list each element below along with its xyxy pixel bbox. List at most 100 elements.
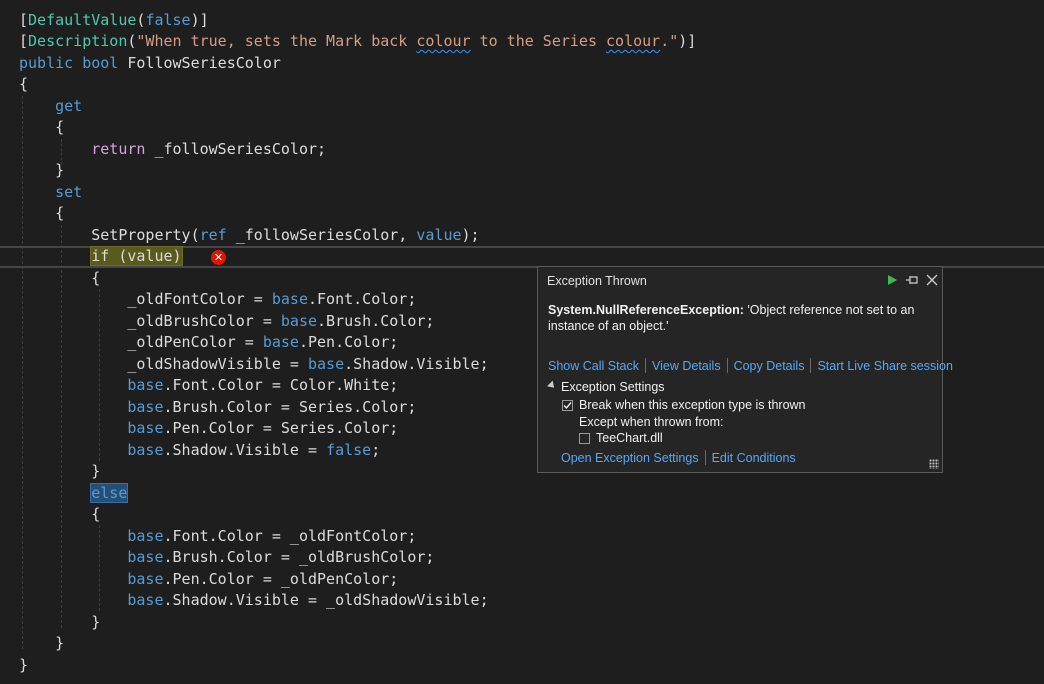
code-token: "When true, sets the Mark back — [136, 32, 417, 50]
copy-details-link[interactable]: Copy Details — [734, 359, 805, 373]
code-line[interactable]: [Description("When true, sets the Mark b… — [0, 31, 1044, 53]
code-token: base — [127, 376, 164, 394]
code-token: base — [127, 397, 164, 416]
edit-conditions-link[interactable]: Edit Conditions — [712, 451, 796, 465]
view-details-link[interactable]: View Details — [652, 359, 721, 373]
code-token: base — [127, 591, 164, 609]
code-token: )] — [678, 32, 697, 50]
code-token: base — [127, 548, 164, 566]
code-token: .Brush.Color = Series.Color; — [163, 397, 417, 416]
code-line[interactable]: { — [0, 203, 1044, 225]
code-token: .Shadow.Visible; — [344, 354, 489, 373]
code-line[interactable]: } — [0, 612, 1044, 634]
exception-links: Show Call Stack View Details Copy Detail… — [548, 358, 953, 373]
code-line[interactable]: } — [0, 655, 1044, 677]
code-line[interactable]: return _followSeriesColor; — [0, 139, 1044, 161]
start-live-share-link[interactable]: Start Live Share session — [817, 359, 953, 373]
code-token: ; — [371, 440, 381, 459]
code-line[interactable]: [DefaultValue(false)] — [0, 10, 1044, 32]
code-token: else — [90, 482, 129, 503]
resize-grip-icon[interactable] — [929, 459, 939, 469]
exception-settings-toggle[interactable]: Exception Settings — [547, 380, 665, 394]
code-token: base — [127, 569, 164, 588]
code-line[interactable]: else — [0, 482, 1044, 505]
exception-type: System.NullReferenceException: — [548, 303, 744, 317]
code-line[interactable]: base.Brush.Color = _oldBrushColor; — [0, 547, 1044, 569]
code-token: base — [127, 526, 164, 545]
code-token: .Shadow.Visible = — [163, 440, 327, 459]
code-token: base — [280, 311, 318, 330]
code-token: .Shadow.Visible = _oldShadowVisible; — [163, 591, 489, 609]
code-token: .Brush.Color = _oldBrushColor; — [163, 548, 435, 566]
exception-settings-label: Exception Settings — [561, 380, 665, 394]
code-token: if (value) — [90, 246, 183, 266]
code-token: _oldPenColor = — [19, 333, 263, 351]
code-line[interactable]: base.Font.Color = _oldFontColor; — [0, 526, 1044, 548]
code-line[interactable]: base.Pen.Color = _oldPenColor; — [0, 569, 1044, 591]
code-token: colour — [606, 32, 661, 50]
code-token: { — [19, 268, 101, 287]
code-token: .Font.Color; — [308, 290, 417, 308]
code-token: [ — [19, 10, 29, 29]
current-statement-line[interactable]: if (value) — [0, 246, 1044, 268]
code-token: to the Series — [470, 32, 607, 50]
code-token: .Pen.Color = _oldPenColor; — [163, 569, 399, 588]
code-line[interactable]: base.Shadow.Visible = _oldShadowVisible; — [0, 590, 1044, 612]
code-token: return — [19, 139, 155, 158]
code-token: { — [19, 505, 101, 523]
code-line[interactable]: public bool FollowSeriesColor — [0, 53, 1044, 75]
exception-title: Exception Thrown — [547, 274, 647, 288]
code-line[interactable]: set — [0, 182, 1044, 204]
code-token: _followSeriesColor, — [235, 225, 417, 244]
code-token: Description — [28, 32, 128, 50]
code-token: set — [19, 182, 83, 201]
code-token: false — [145, 10, 191, 29]
code-token: base — [307, 354, 345, 373]
close-icon[interactable] — [924, 272, 940, 288]
code-token: _oldShadowVisible = — [19, 354, 308, 373]
code-line[interactable]: { — [0, 504, 1044, 526]
show-call-stack-link[interactable]: Show Call Stack — [548, 359, 639, 373]
teechart-checkbox[interactable] — [579, 432, 590, 444]
exception-helper-popup: Exception Thrown System.NullReferenceExc… — [537, 266, 953, 473]
separator — [645, 358, 647, 373]
code-line[interactable]: } — [0, 633, 1044, 655]
code-line[interactable]: SetProperty(ref _followSeriesColor, valu… — [0, 225, 1044, 247]
code-token: get — [19, 96, 83, 115]
code-token: base — [262, 333, 299, 351]
code-token: )] — [190, 10, 209, 29]
code-token: } — [19, 462, 101, 480]
code-token: ref — [199, 225, 236, 244]
code-token: _oldFontColor = — [19, 290, 272, 308]
code-token: ); — [461, 225, 480, 244]
code-line[interactable]: get — [0, 96, 1044, 118]
code-token: base — [271, 290, 308, 308]
break-when-thrown-option[interactable]: Break when this exception type is thrown — [562, 398, 806, 412]
code-token: .Pen.Color; — [298, 333, 399, 351]
except-when-label: Except when thrown from: — [579, 415, 724, 429]
code-token: .Pen.Color = Series.Color; — [163, 419, 399, 437]
error-x-icon[interactable]: ✕ — [211, 250, 226, 265]
teechart-option[interactable]: TeeChart.dll — [579, 431, 663, 445]
code-line[interactable]: } — [0, 160, 1044, 182]
code-token: } — [19, 634, 65, 652]
code-token: _oldBrushColor = — [19, 311, 281, 330]
separator — [726, 358, 728, 373]
break-when-thrown-checkbox[interactable] — [562, 399, 573, 411]
continue-icon[interactable] — [884, 272, 900, 288]
code-line[interactable]: { — [0, 74, 1044, 96]
code-token: } — [19, 161, 65, 179]
pin-icon[interactable] — [904, 272, 920, 288]
break-when-thrown-label: Break when this exception type is thrown — [579, 398, 806, 412]
open-exception-settings-link[interactable]: Open Exception Settings — [561, 451, 699, 465]
code-line[interactable]: { — [0, 117, 1044, 139]
